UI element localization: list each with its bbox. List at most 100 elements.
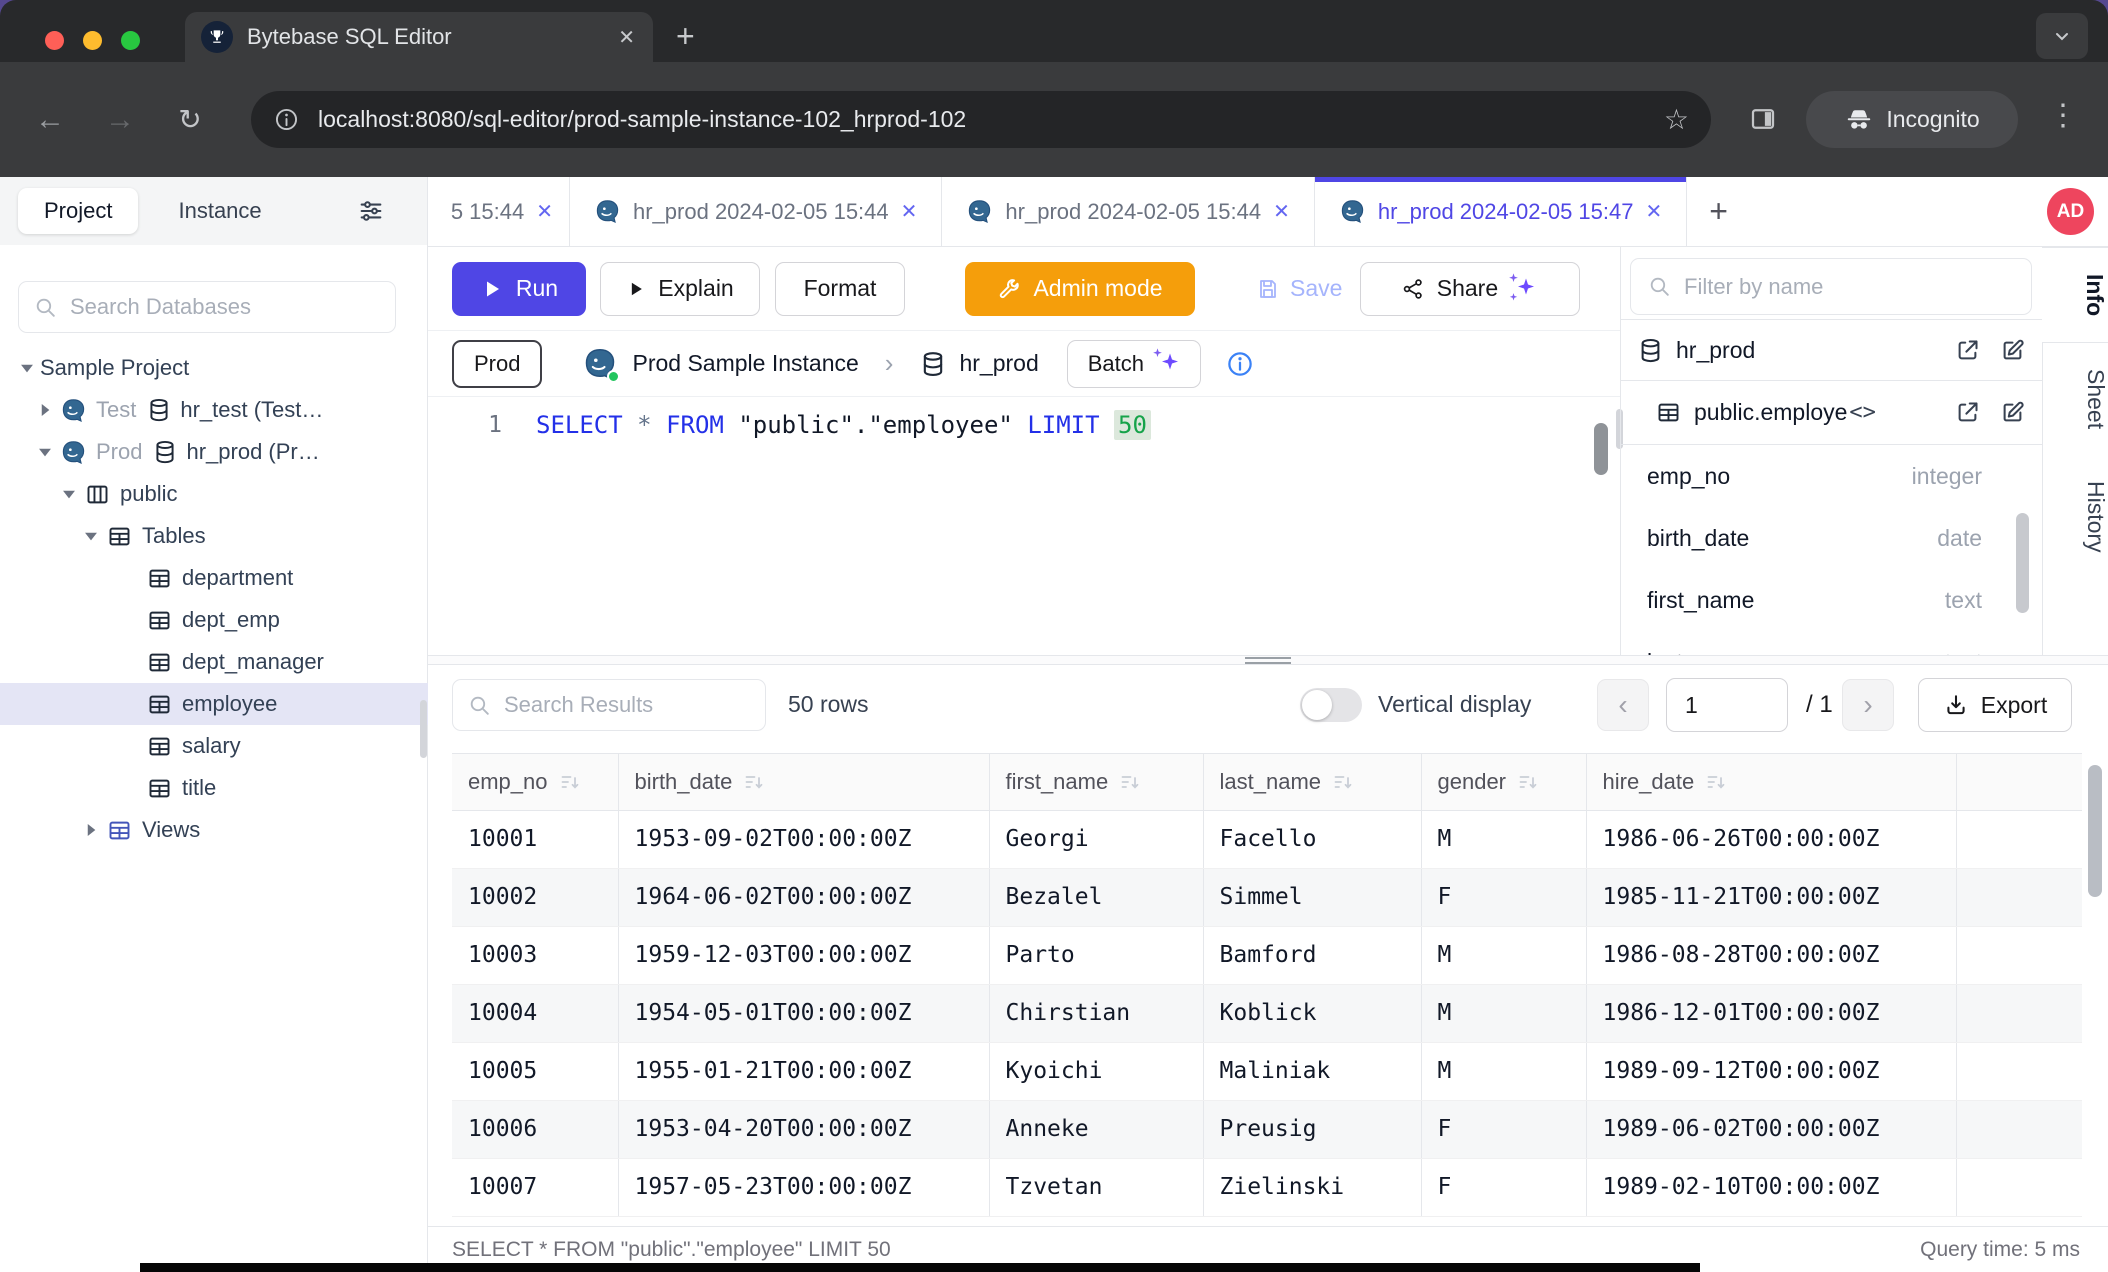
tree-item-dept-manager[interactable]: dept_manager xyxy=(0,641,428,683)
site-info-icon[interactable] xyxy=(273,106,300,133)
sidebar-resize-handle[interactable] xyxy=(420,700,427,758)
tree-item-hr-prod-pr-[interactable]: Prodhr_prod (Pr… xyxy=(0,431,428,473)
close-icon[interactable]: ✕ xyxy=(618,25,635,50)
close-icon[interactable]: ✕ xyxy=(1646,199,1663,224)
close-icon[interactable]: ✕ xyxy=(901,199,918,224)
tab-project[interactable]: Project xyxy=(18,188,138,234)
database-row[interactable]: hr_prod xyxy=(1621,319,2042,381)
batch-button[interactable]: Batch xyxy=(1067,340,1201,388)
editor-tab[interactable]: hr_prod 2024-02-05 15:47✕ xyxy=(1315,177,1687,246)
tree-item-dept-emp[interactable]: dept_emp xyxy=(0,599,428,641)
table-row[interactable]: 100011953-09-02T00:00:00ZGeorgiFacelloM1… xyxy=(452,810,2082,868)
instance-name[interactable]: Prod Sample Instance xyxy=(632,350,858,377)
close-icon[interactable]: ✕ xyxy=(536,199,553,224)
schema-scrollbar[interactable] xyxy=(2016,513,2029,613)
next-page-button[interactable]: › xyxy=(1842,679,1894,731)
bookmark-star-icon[interactable]: ☆ xyxy=(1664,103,1689,136)
edit-icon[interactable] xyxy=(1999,399,2026,426)
editor-tab[interactable]: hr_prod 2024-02-05 15:44✕ xyxy=(942,177,1314,246)
tree-item-employee[interactable]: employee xyxy=(0,683,428,725)
external-link-icon[interactable] xyxy=(1954,399,1981,426)
tab-instance[interactable]: Instance xyxy=(178,198,261,224)
tree-item-salary[interactable]: salary xyxy=(0,725,428,767)
window-close-button[interactable] xyxy=(45,31,64,50)
export-button[interactable]: Export xyxy=(1918,678,2072,732)
column-header[interactable]: last_name xyxy=(1203,754,1421,810)
page-number-input[interactable] xyxy=(1666,678,1788,732)
tree-item-department[interactable]: department xyxy=(0,557,428,599)
table-row[interactable]: 100031959-12-03T00:00:00ZPartoBamfordM19… xyxy=(452,926,2082,984)
table-row[interactable]: 100041954-05-01T00:00:00ZChirstianKoblic… xyxy=(452,984,2082,1042)
database-name[interactable]: hr_prod xyxy=(959,350,1038,377)
tree-settings-icon[interactable] xyxy=(357,197,385,225)
save-button[interactable]: Save xyxy=(1246,262,1352,316)
tab-search-button[interactable] xyxy=(2036,13,2088,59)
avatar[interactable]: AD xyxy=(2047,188,2094,235)
code-icon[interactable]: <> xyxy=(1849,400,1876,425)
column-header[interactable]: hire_date xyxy=(1586,754,1956,810)
back-button[interactable]: ← xyxy=(30,103,70,137)
sql-editor[interactable]: 1 SELECT * FROM "public"."employee" LIMI… xyxy=(428,397,1620,655)
caret-down-icon[interactable] xyxy=(56,481,82,507)
caret-down-icon[interactable] xyxy=(78,523,104,549)
tab-history[interactable]: History xyxy=(2043,455,2108,579)
tab-sheet[interactable]: Sheet xyxy=(2043,343,2108,455)
new-worksheet-button[interactable]: + xyxy=(1687,177,1750,246)
caret-down-icon[interactable] xyxy=(32,439,58,465)
tree-item-public[interactable]: public xyxy=(0,473,428,515)
admin-mode-button[interactable]: Admin mode xyxy=(965,262,1195,316)
results-scrollbar[interactable] xyxy=(2088,765,2102,897)
table-row[interactable]: 100051955-01-21T00:00:00ZKyoichiMaliniak… xyxy=(452,1042,2082,1100)
share-button[interactable]: Share xyxy=(1360,262,1580,316)
side-panel-icon[interactable] xyxy=(1748,104,1778,134)
caret-right-icon[interactable] xyxy=(78,817,104,843)
url-text[interactable]: localhost:8080/sql-editor/prod-sample-in… xyxy=(318,106,1654,133)
editor-scrollbar[interactable] xyxy=(1594,423,1608,475)
info-icon[interactable] xyxy=(1225,349,1255,379)
tree-item-hr-test-test-[interactable]: Testhr_test (Test… xyxy=(0,389,428,431)
column-header[interactable]: emp_no xyxy=(452,754,618,810)
new-tab-button[interactable]: + xyxy=(676,18,695,54)
column-row[interactable]: emp_nointeger xyxy=(1621,445,2042,507)
tree-item-tables[interactable]: Tables xyxy=(0,515,428,557)
column-header[interactable]: first_name xyxy=(989,754,1203,810)
column-row[interactable]: last_nametext xyxy=(1621,631,2042,655)
forward-button[interactable]: → xyxy=(100,103,140,137)
edit-icon[interactable] xyxy=(1999,337,2026,364)
pane-splitter[interactable] xyxy=(428,655,2108,665)
table-row[interactable]: 100021964-06-02T00:00:00ZBezalelSimmelF1… xyxy=(452,868,2082,926)
database-search-input[interactable] xyxy=(70,294,381,320)
browser-tab[interactable]: Bytebase SQL Editor ✕ xyxy=(185,12,653,62)
caret-right-icon[interactable] xyxy=(32,397,58,423)
run-button[interactable]: Run xyxy=(452,262,586,316)
results-search-input[interactable] xyxy=(504,692,751,718)
window-minimize-button[interactable] xyxy=(83,31,102,50)
format-button[interactable]: Format xyxy=(775,262,905,316)
prev-page-button[interactable]: ‹ xyxy=(1597,679,1649,731)
editor-tab[interactable]: 5 15:44✕ xyxy=(428,177,570,246)
column-row[interactable]: birth_datedate xyxy=(1621,507,2042,569)
browser-menu-icon[interactable]: ⋮ xyxy=(2048,98,2078,133)
table-row-header[interactable]: public.employe <> xyxy=(1621,381,2042,445)
column-header[interactable]: birth_date xyxy=(618,754,989,810)
window-zoom-button[interactable] xyxy=(121,31,140,50)
results-search[interactable] xyxy=(452,679,766,731)
tree-item-views[interactable]: Views xyxy=(0,809,428,851)
external-link-icon[interactable] xyxy=(1954,337,1981,364)
column-header[interactable]: gender xyxy=(1421,754,1586,810)
tree-item-sample-project[interactable]: Sample Project xyxy=(0,347,428,389)
tab-info[interactable]: Info xyxy=(2042,247,2108,343)
close-icon[interactable]: ✕ xyxy=(1273,199,1290,224)
editor-tab[interactable]: hr_prod 2024-02-05 15:44✕ xyxy=(570,177,942,246)
table-row[interactable]: 100071957-05-23T00:00:00ZTzvetanZielinsk… xyxy=(452,1158,2082,1216)
address-bar[interactable]: localhost:8080/sql-editor/prod-sample-in… xyxy=(251,91,1711,148)
caret-down-icon[interactable] xyxy=(14,355,40,381)
tree-item-title[interactable]: title xyxy=(0,767,428,809)
vertical-display-toggle[interactable] xyxy=(1300,688,1362,722)
reload-button[interactable]: ↻ xyxy=(170,103,210,136)
column-header-label: emp_no xyxy=(468,769,548,795)
column-row[interactable]: first_nametext xyxy=(1621,569,2042,631)
database-search[interactable] xyxy=(18,281,396,333)
table-row[interactable]: 100061953-04-20T00:00:00ZAnnekePreusigF1… xyxy=(452,1100,2082,1158)
explain-button[interactable]: Explain xyxy=(600,262,760,316)
